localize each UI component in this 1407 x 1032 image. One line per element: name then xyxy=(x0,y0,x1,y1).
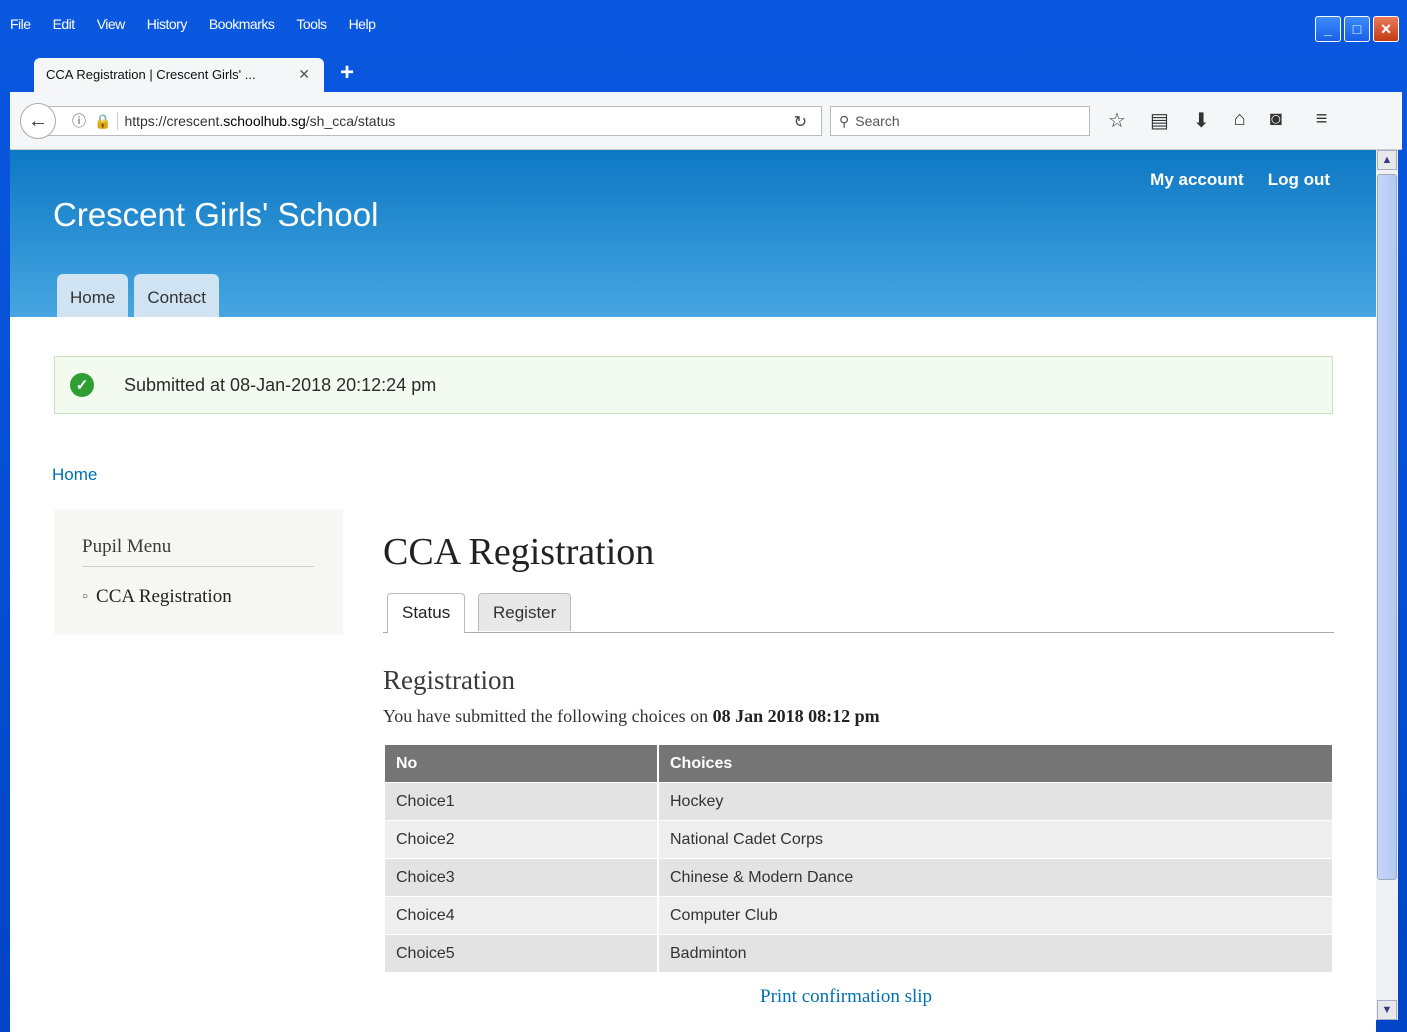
cell-choice: Chinese & Modern Dance xyxy=(657,858,1332,897)
url-domain: schoolhub.sg xyxy=(223,113,306,129)
info-icon[interactable]: ⓘ xyxy=(72,111,86,131)
pupil-menu-sidebar: Pupil Menu CCA Registration xyxy=(54,510,343,634)
cell-choice: National Cadet Corps xyxy=(657,820,1332,859)
url-separator xyxy=(117,112,119,130)
nav-home[interactable]: Home xyxy=(57,274,129,317)
toolbar-icons: ☆ ▤ ⬇ ⌂ ◙ ≡ xyxy=(1108,108,1327,133)
cell-choice: Computer Club xyxy=(657,896,1332,935)
menu-file[interactable]: File xyxy=(10,16,31,42)
table-row: Choice1 Hockey xyxy=(385,782,1332,821)
menu-view[interactable]: View xyxy=(97,16,126,42)
table-row: Choice2 National Cadet Corps xyxy=(385,820,1332,859)
reading-list-icon[interactable]: ▤ xyxy=(1150,108,1169,133)
search-input[interactable]: ⚲ Search xyxy=(830,106,1090,136)
table-row: Choice3 Chinese & Modern Dance xyxy=(385,858,1332,897)
checkmark-icon: ✓ xyxy=(70,373,94,397)
download-icon[interactable]: ⬇ xyxy=(1193,108,1210,133)
nav-contact[interactable]: Contact xyxy=(134,274,219,317)
content-tabs: Status Register xyxy=(383,593,1334,633)
description-prefix: You have submitted the following choices… xyxy=(383,706,713,726)
column-header-choices: Choices xyxy=(657,745,1332,783)
print-confirmation-link[interactable]: Print confirmation slip xyxy=(760,986,932,1008)
scroll-down-icon[interactable]: ▼ xyxy=(1377,1000,1397,1020)
url-text: https://crescent.schoolhub.sg/sh_cca/sta… xyxy=(124,113,395,129)
cell-choice: Hockey xyxy=(657,782,1332,821)
menu-help[interactable]: Help xyxy=(349,16,376,42)
site-name[interactable]: Crescent Girls' School xyxy=(53,196,378,234)
table-row: Choice5 Badminton xyxy=(385,934,1332,972)
primary-menu: Home Contact xyxy=(57,274,219,317)
vertical-scrollbar[interactable]: ▲ ▼ xyxy=(1376,150,1398,1020)
tab-register[interactable]: Register xyxy=(478,593,572,631)
close-tab-icon[interactable]: ✕ xyxy=(298,66,310,83)
secondary-menu: My account Log out xyxy=(1150,170,1330,190)
cell-no: Choice4 xyxy=(385,896,658,935)
submission-date: 08 Jan 2018 08:12 pm xyxy=(712,706,880,726)
search-icon: ⚲ xyxy=(839,112,850,129)
choices-table: No Choices Choice1 Hockey Choice2 Nation… xyxy=(385,745,1332,972)
table-row: Choice4 Computer Club xyxy=(385,896,1332,935)
menu-bookmarks[interactable]: Bookmarks xyxy=(209,16,275,42)
search-placeholder: Search xyxy=(855,113,900,129)
back-button[interactable]: ← xyxy=(20,103,56,139)
back-arrow-icon: ← xyxy=(28,109,48,132)
hamburger-menu-icon[interactable]: ≡ xyxy=(1316,108,1328,133)
home-icon[interactable]: ⌂ xyxy=(1234,108,1246,133)
url-prefix: https://crescent. xyxy=(124,113,224,129)
my-account-link[interactable]: My account xyxy=(1150,170,1244,190)
cell-no: Choice5 xyxy=(385,934,658,972)
scrollbar-thumb[interactable] xyxy=(1377,174,1397,880)
page-title: CCA Registration xyxy=(383,531,655,573)
cell-no: Choice2 xyxy=(385,820,658,859)
status-message: ✓ Submitted at 08-Jan-2018 20:12:24 pm xyxy=(54,356,1333,414)
reload-icon[interactable]: ↻ xyxy=(794,112,807,132)
submission-description: You have submitted the following choices… xyxy=(383,706,880,727)
cell-no: Choice1 xyxy=(385,782,658,821)
close-window-button[interactable]: × xyxy=(1373,16,1399,42)
url-path: /sh_cca/status xyxy=(305,113,396,129)
cell-no: Choice3 xyxy=(385,858,658,897)
browser-window: File Edit View History Bookmarks Tools H… xyxy=(0,0,1407,1032)
new-tab-icon[interactable]: + xyxy=(340,58,354,88)
minimize-button[interactable]: _ xyxy=(1315,16,1341,42)
tab-status[interactable]: Status xyxy=(387,593,466,633)
page-content: Crescent Girls' School My account Log ou… xyxy=(10,150,1376,1032)
column-header-no: No xyxy=(385,745,658,783)
status-message-text: Submitted at 08-Jan-2018 20:12:24 pm xyxy=(124,374,437,395)
lock-icon[interactable]: 🔒 xyxy=(94,113,111,130)
menu-tools[interactable]: Tools xyxy=(296,16,327,42)
window-controls: _ □ × xyxy=(1315,16,1399,42)
sidebar-item-cca-registration[interactable]: CCA Registration xyxy=(82,586,232,608)
breadcrumb-home[interactable]: Home xyxy=(52,465,97,485)
site-header: Crescent Girls' School My account Log ou… xyxy=(10,150,1376,317)
browser-tab[interactable]: CCA Registration | Crescent Girls' ... ✕ xyxy=(34,58,324,92)
navigation-toolbar: ⓘ 🔒 https://crescent.schoolhub.sg/sh_cca… xyxy=(10,92,1402,150)
sidebar-title: Pupil Menu xyxy=(82,536,314,567)
log-out-link[interactable]: Log out xyxy=(1268,170,1330,190)
section-heading: Registration xyxy=(383,665,515,695)
menu-edit[interactable]: Edit xyxy=(53,16,76,42)
cell-choice: Badminton xyxy=(657,934,1332,972)
bookmark-star-icon[interactable]: ☆ xyxy=(1108,108,1126,133)
scroll-up-icon[interactable]: ▲ xyxy=(1377,150,1397,170)
url-bar[interactable]: ⓘ 🔒 https://crescent.schoolhub.sg/sh_cca… xyxy=(42,106,822,136)
menubar: File Edit View History Bookmarks Tools H… xyxy=(10,16,376,42)
table-header-row: No Choices xyxy=(385,745,1332,783)
pocket-icon[interactable]: ◙ xyxy=(1270,108,1282,133)
menu-history[interactable]: History xyxy=(147,16,188,42)
maximize-button[interactable]: □ xyxy=(1344,16,1370,42)
browser-tab-title: CCA Registration | Crescent Girls' ... xyxy=(46,67,256,82)
